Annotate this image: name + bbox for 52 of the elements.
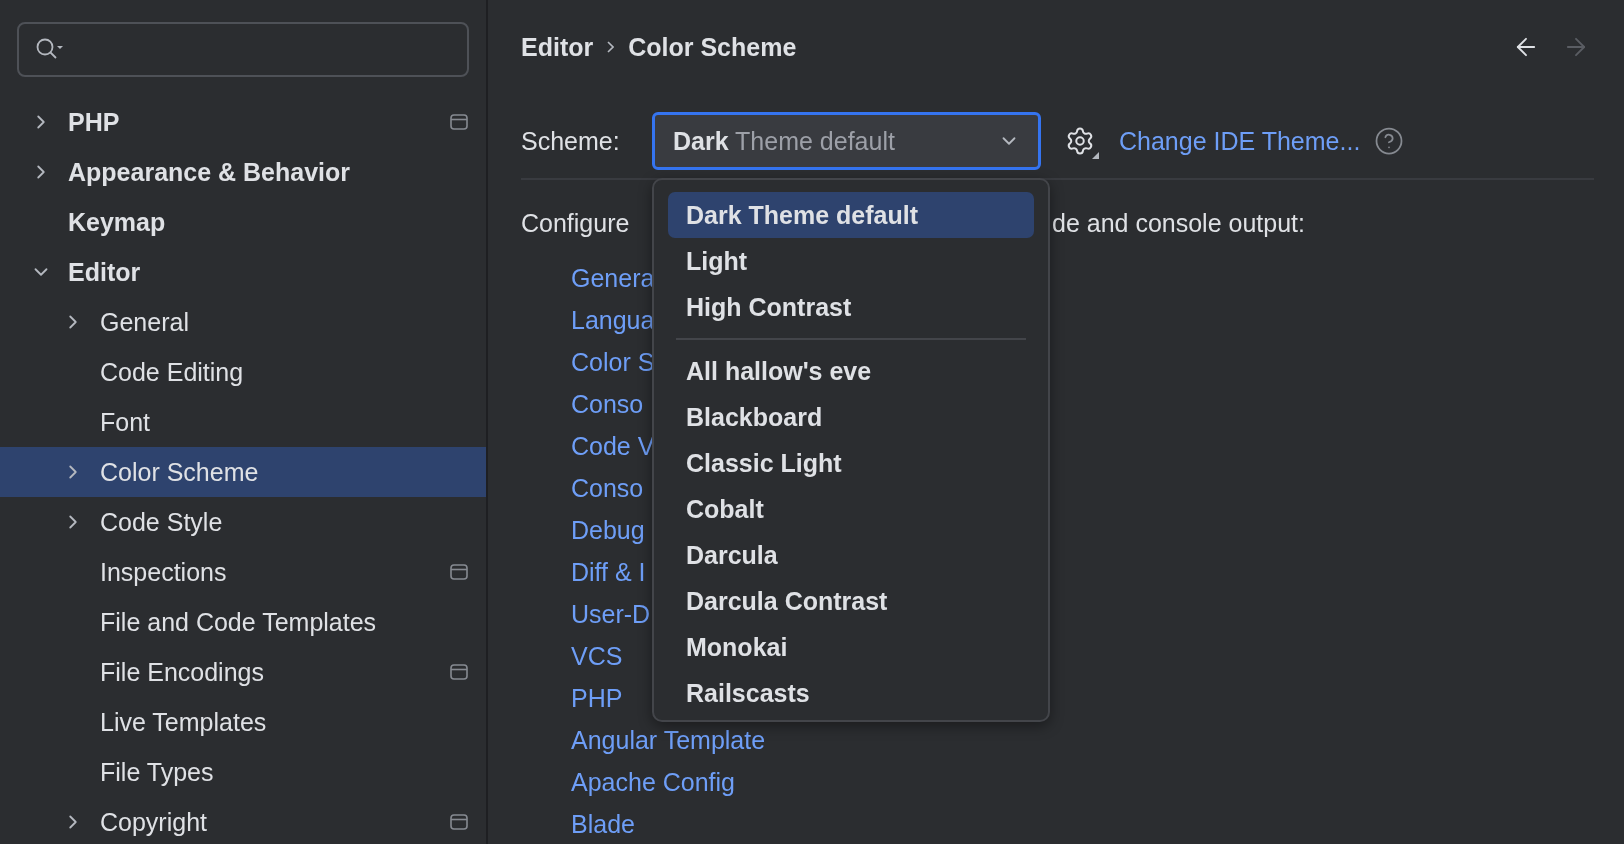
scheme-label: Scheme: — [521, 126, 621, 156]
window-icon — [450, 564, 468, 580]
scheme-option[interactable]: Darcula Contrast — [668, 578, 1034, 624]
breadcrumb-item: Editor — [521, 32, 594, 62]
category-link[interactable]: VCS — [571, 635, 623, 677]
scheme-option[interactable]: Cobalt — [668, 486, 1034, 532]
scheme-option[interactable]: Railscasts — [668, 670, 1034, 716]
change-theme-link[interactable]: Change IDE Theme... — [1119, 126, 1361, 156]
scheme-option[interactable]: Dark Theme default — [668, 192, 1034, 238]
scheme-option[interactable]: All hallow's eve — [668, 348, 1034, 394]
scheme-option[interactable]: Classic Light — [668, 440, 1034, 486]
category-link[interactable]: Debug — [571, 509, 645, 551]
scheme-option[interactable]: Monokai — [668, 624, 1034, 670]
sidebar-item[interactable]: Live Templates — [0, 697, 486, 747]
sidebar-item[interactable]: Color Scheme — [0, 447, 486, 497]
search-field[interactable] — [17, 22, 469, 77]
window-icon — [450, 814, 468, 830]
category-link[interactable]: Diff & I — [571, 551, 646, 593]
scheme-dropdown[interactable]: Dark Theme default — [652, 112, 1041, 170]
breadcrumb-item: Color Scheme — [628, 32, 797, 62]
description-text: Configure — [521, 208, 630, 238]
category-link[interactable]: Conso — [571, 467, 644, 509]
sidebar-item[interactable]: Code Editing — [0, 347, 486, 397]
sidebar-item[interactable]: Copyright — [0, 797, 486, 844]
sidebar-item[interactable]: Keymap — [0, 197, 486, 247]
sidebar-item[interactable]: Appearance & Behavior — [0, 147, 486, 197]
scheme-option[interactable]: Blackboard — [668, 394, 1034, 440]
breadcrumb-separator-icon — [607, 41, 615, 53]
category-link[interactable]: Langua — [571, 299, 655, 341]
help-icon[interactable] — [1374, 126, 1405, 156]
sidebar-item[interactable]: Font — [0, 397, 486, 447]
category-link[interactable]: Angular Template — [571, 719, 766, 761]
sidebar-item[interactable]: PHP — [0, 97, 486, 147]
category-link[interactable]: User-D — [571, 593, 651, 635]
scheme-option[interactable]: Light — [668, 238, 1034, 284]
sidebar-item[interactable]: File Types — [0, 747, 486, 797]
category-link[interactable]: Genera — [571, 257, 655, 299]
sidebar-item[interactable]: Code Style — [0, 497, 486, 547]
category-link[interactable]: Blade — [571, 803, 635, 844]
sidebar-item[interactable]: General — [0, 297, 486, 347]
scheme-option[interactable]: Darcula — [668, 532, 1034, 578]
sidebar-item[interactable]: Inspections — [0, 547, 486, 597]
sidebar-item[interactable]: Editor — [0, 247, 486, 297]
scheme-option[interactable]: High Contrast — [668, 284, 1034, 330]
description-text: de and console output: — [1052, 208, 1305, 238]
window-icon — [450, 114, 468, 130]
sidebar-item[interactable]: File Encodings — [0, 647, 486, 697]
category-link[interactable]: PHP — [571, 677, 623, 719]
window-icon — [450, 664, 468, 680]
sidebar-item[interactable]: File and Code Templates — [0, 597, 486, 647]
category-link[interactable]: Apache Config — [571, 761, 735, 803]
category-link[interactable]: Conso — [571, 383, 644, 425]
